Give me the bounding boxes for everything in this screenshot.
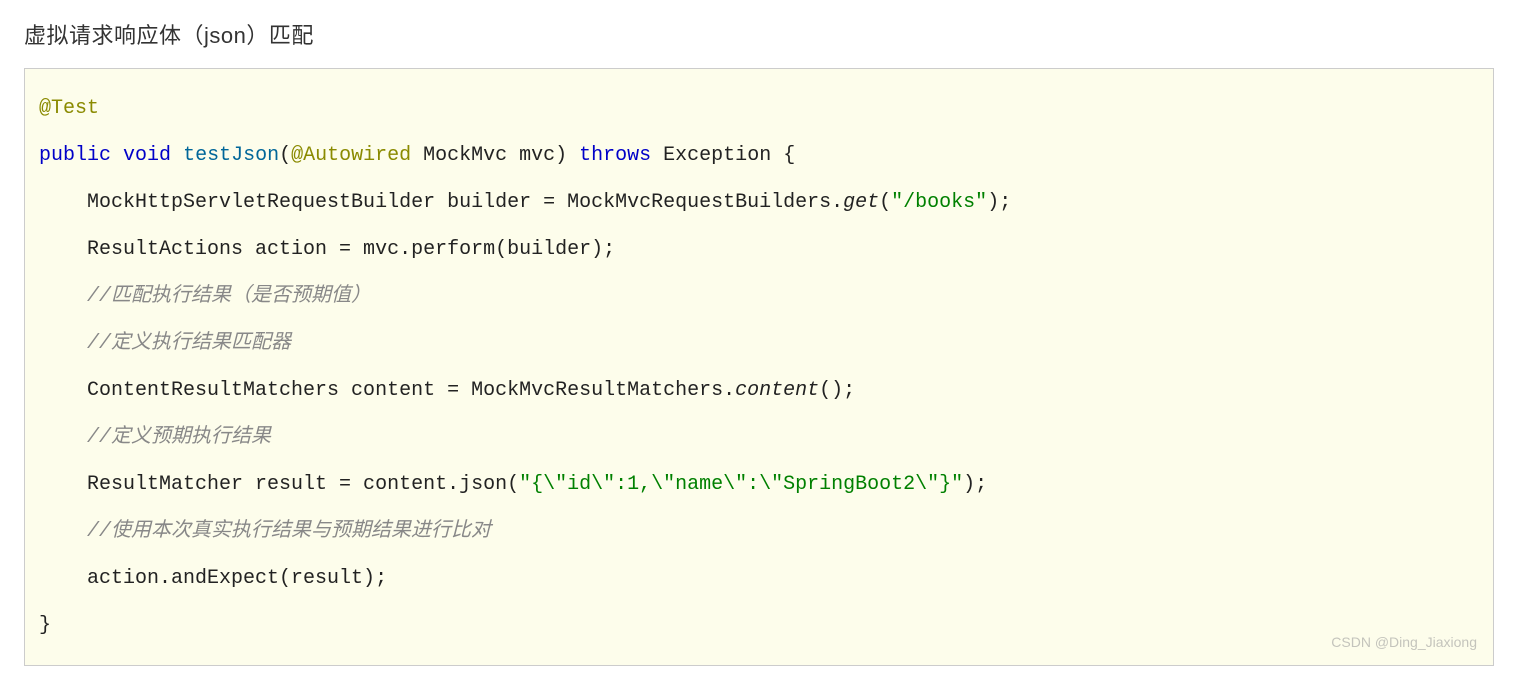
string-token: "/books": [891, 191, 987, 214]
text-token: (: [279, 144, 291, 167]
watermark-text: CSDN @Ding_Jiaxiong: [1331, 626, 1477, 659]
indent: [39, 238, 87, 261]
text-token: );: [987, 191, 1011, 214]
code-line-9: ResultMatcher result = content.json("{\"…: [39, 461, 1479, 508]
annotation-token: @Autowired: [291, 144, 411, 167]
keyword-token: void: [123, 144, 171, 167]
method-name-token: testJson: [183, 144, 279, 167]
code-line-11: action.andExpect(result);: [39, 555, 1479, 602]
text-token: ResultActions action = mvc.perform(build…: [87, 238, 615, 261]
comment-token: //使用本次真实执行结果与预期结果进行比对: [87, 520, 491, 543]
text-token: ResultMatcher result = content.json(: [87, 473, 519, 496]
text-token: Exception {: [651, 144, 795, 167]
indent: [39, 332, 87, 355]
comment-token: //定义执行结果匹配器: [87, 332, 291, 355]
code-line-7: ContentResultMatchers content = MockMvcR…: [39, 367, 1479, 414]
text-token: MockMvc mvc): [411, 144, 579, 167]
code-line-1: @Test: [39, 85, 1479, 132]
text-token: ();: [819, 379, 855, 402]
text-token: ContentResultMatchers content = MockMvcR…: [87, 379, 735, 402]
keyword-token: public: [39, 144, 111, 167]
code-line-5: //匹配执行结果（是否预期值）: [39, 273, 1479, 320]
text-token: MockHttpServletRequestBuilder builder = …: [87, 191, 843, 214]
indent: [39, 379, 87, 402]
code-line-8: //定义预期执行结果: [39, 414, 1479, 461]
code-line-6: //定义执行结果匹配器: [39, 320, 1479, 367]
indent: [39, 191, 87, 214]
indent: [39, 426, 87, 449]
indent: [39, 567, 87, 590]
annotation-token: @Test: [39, 97, 99, 120]
text-token: action.andExpect(result);: [87, 567, 387, 590]
code-block: @Testpublic void testJson(@Autowired Moc…: [24, 68, 1494, 666]
comment-token: //匹配执行结果（是否预期值）: [87, 285, 371, 308]
text-token: );: [963, 473, 987, 496]
code-line-10: //使用本次真实执行结果与预期结果进行比对: [39, 508, 1479, 555]
text-token: }: [39, 614, 51, 637]
italic-call-token: content: [735, 379, 819, 402]
comment-token: //定义预期执行结果: [87, 426, 271, 449]
code-line-2: public void testJson(@Autowired MockMvc …: [39, 132, 1479, 179]
section-heading: 虚拟请求响应体（json）匹配: [24, 18, 1494, 50]
string-token: "{\"id\":1,\"name\":\"SpringBoot2\"}": [519, 473, 963, 496]
indent: [39, 473, 87, 496]
italic-call-token: get: [843, 191, 879, 214]
indent: [39, 285, 87, 308]
indent: [39, 520, 87, 543]
code-line-12: }: [39, 602, 1479, 649]
keyword-token: throws: [579, 144, 651, 167]
text-token: (: [879, 191, 891, 214]
code-line-4: ResultActions action = mvc.perform(build…: [39, 226, 1479, 273]
code-line-3: MockHttpServletRequestBuilder builder = …: [39, 179, 1479, 226]
